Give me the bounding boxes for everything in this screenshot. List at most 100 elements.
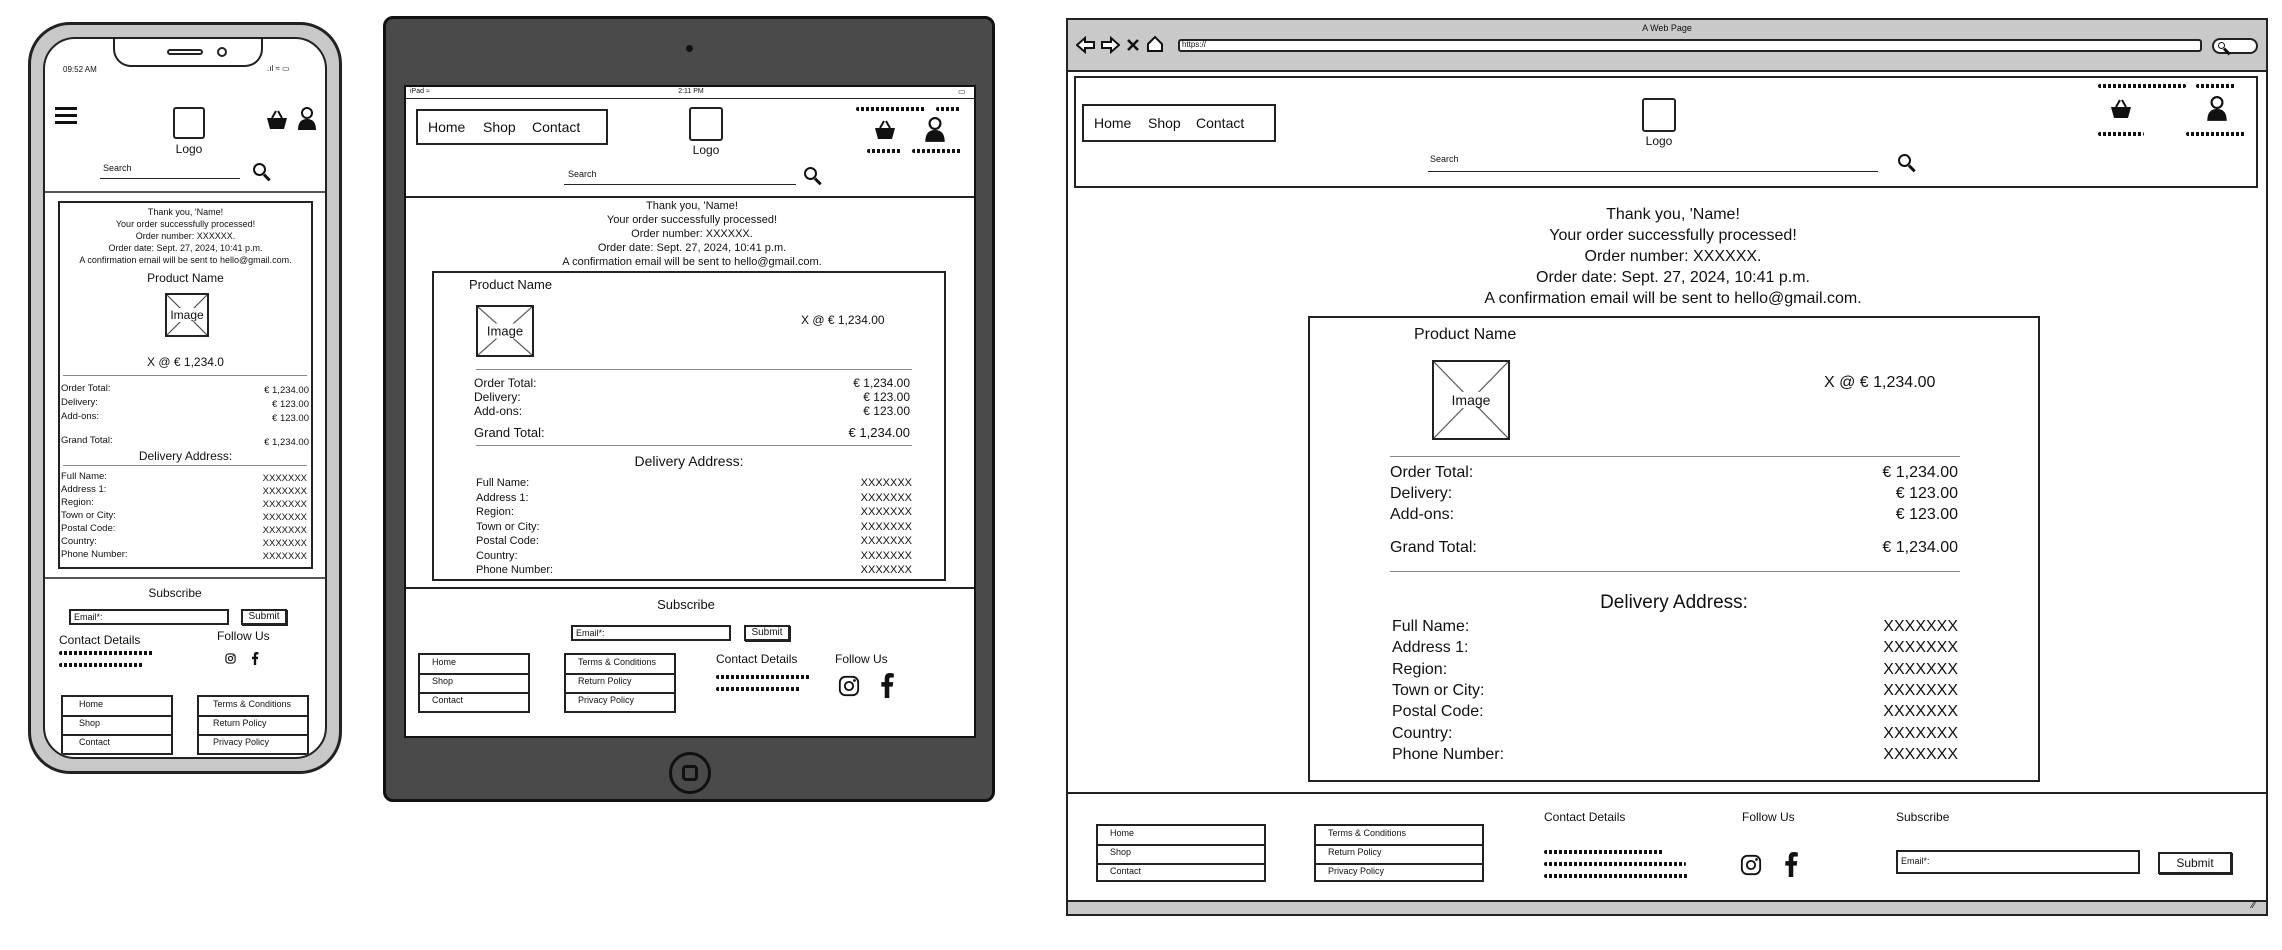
footer-link[interactable]: Home xyxy=(432,657,456,667)
subscribe-title: Subscribe xyxy=(148,586,202,600)
contact-details-title: Contact Details xyxy=(59,633,141,647)
address-value: XXXXXXX xyxy=(1883,660,1958,678)
address-label: Postal Code: xyxy=(61,523,116,534)
facebook-icon[interactable] xyxy=(1784,852,1798,877)
logo-image[interactable] xyxy=(689,107,723,141)
basket-icon[interactable] xyxy=(872,119,898,141)
account-text xyxy=(2098,84,2186,88)
footer-link[interactable]: Privacy Policy xyxy=(213,737,269,747)
resize-handle[interactable]: ⁄⁄ xyxy=(2252,900,2255,911)
footer-link[interactable]: Shop xyxy=(432,676,453,686)
back-icon[interactable] xyxy=(1076,36,1096,54)
footer-link[interactable]: Terms & Conditions xyxy=(1328,828,1406,838)
nav-contact[interactable]: Contact xyxy=(532,119,580,135)
address-bar[interactable] xyxy=(1178,39,2202,52)
order-total-label: Order Total: xyxy=(61,383,111,394)
home-icon[interactable] xyxy=(1146,35,1164,53)
forward-icon[interactable] xyxy=(1100,36,1120,54)
footer-link[interactable]: Contact xyxy=(1110,866,1141,876)
footer-link[interactable]: Shop xyxy=(1110,847,1131,857)
address-value: XXXXXXX xyxy=(1883,681,1958,699)
footer-link[interactable]: Privacy Policy xyxy=(578,695,634,705)
submit-button[interactable]: Submit xyxy=(2158,852,2232,874)
status-divider xyxy=(406,98,974,99)
search-icon[interactable] xyxy=(804,167,817,180)
email-field[interactable]: Email*: xyxy=(1896,850,2140,874)
footer-link-divider xyxy=(418,673,530,675)
instagram-icon[interactable] xyxy=(225,653,236,664)
address-value: XXXXXXX xyxy=(262,486,307,497)
delivery-value: € 123.00 xyxy=(1895,485,1958,502)
footer-link[interactable]: Return Policy xyxy=(1328,847,1382,857)
tablet-camera xyxy=(686,45,693,52)
footer-link[interactable]: Return Policy xyxy=(578,676,632,686)
confirm-processed: Your order successfully processed! xyxy=(115,219,256,229)
search-icon[interactable] xyxy=(1898,154,1911,167)
nav-home[interactable]: Home xyxy=(1094,115,1131,131)
nav-contact[interactable]: Contact xyxy=(1196,115,1244,131)
instagram-icon[interactable] xyxy=(1740,854,1762,876)
search-input[interactable]: Search xyxy=(1430,154,1459,164)
logo-image[interactable] xyxy=(1642,98,1676,132)
search-input[interactable]: Search xyxy=(103,163,132,173)
address-value: XXXXXXX xyxy=(262,525,307,536)
logo-image[interactable] xyxy=(173,107,205,139)
confirm-processed: Your order successfully processed! xyxy=(1549,227,1797,244)
footer-link[interactable]: Terms & Conditions xyxy=(213,699,291,709)
email-field[interactable]: Email*: xyxy=(69,609,229,625)
footer-link[interactable]: Home xyxy=(79,699,103,709)
basket-icon[interactable] xyxy=(265,109,289,131)
confirm-email-note: A confirmation email will be sent to hel… xyxy=(562,256,822,268)
footer-link-divider xyxy=(197,734,309,736)
footer-link[interactable]: Terms & Conditions xyxy=(578,657,656,667)
divider xyxy=(1390,571,1960,572)
account-text xyxy=(2196,84,2236,88)
search-icon[interactable] xyxy=(253,163,266,176)
instagram-icon[interactable] xyxy=(838,675,860,697)
nav-shop[interactable]: Shop xyxy=(1148,115,1181,131)
close-icon[interactable] xyxy=(1126,38,1140,52)
footer-link[interactable]: Home xyxy=(1110,828,1134,838)
user-icon[interactable] xyxy=(2206,96,2228,122)
address-label: Town or City: xyxy=(61,510,116,521)
footer-link[interactable]: Return Policy xyxy=(213,718,267,728)
nav-shop[interactable]: Shop xyxy=(483,119,516,135)
basket-icon[interactable] xyxy=(2108,98,2134,120)
footer-link[interactable]: Privacy Policy xyxy=(1328,866,1384,876)
footer-link-divider xyxy=(1314,844,1484,846)
order-total-value: € 1,234.00 xyxy=(1882,464,1958,481)
contact-text xyxy=(59,663,144,667)
address-label: Country: xyxy=(61,536,97,547)
tablet-home-button[interactable] xyxy=(669,752,711,794)
header-divider xyxy=(406,196,974,198)
footer-link[interactable]: Shop xyxy=(79,718,100,728)
user-icon[interactable] xyxy=(297,107,317,131)
confirm-email-note: A confirmation email will be sent to hel… xyxy=(79,255,292,265)
footer-link[interactable]: Contact xyxy=(79,737,110,747)
email-field[interactable]: Email*: xyxy=(571,625,731,641)
nav-home[interactable]: Home xyxy=(428,119,465,135)
product-name: Product Name xyxy=(147,271,224,285)
search-underline xyxy=(1428,171,1878,172)
confirm-order-date: Order date: Sept. 27, 2024, 10:41 p.m. xyxy=(1536,269,1810,286)
address-label: Country: xyxy=(476,549,518,562)
menu-icon[interactable] xyxy=(55,107,77,125)
addons-value: € 123.00 xyxy=(272,413,309,424)
browser-search-pill[interactable] xyxy=(2212,38,2258,54)
user-icon[interactable] xyxy=(924,117,946,143)
address-value: XXXXXXX xyxy=(1883,639,1958,657)
delivery-address-title: Delivery Address: xyxy=(634,453,744,469)
facebook-icon[interactable] xyxy=(880,673,894,698)
search-input[interactable]: Search xyxy=(568,169,597,179)
submit-button[interactable]: Submit xyxy=(241,609,287,625)
grand-total-label: Grand Total: xyxy=(474,425,545,440)
address-value: XXXXXXX xyxy=(1883,618,1958,635)
submit-button[interactable]: Submit xyxy=(744,625,790,641)
footer-link[interactable]: Contact xyxy=(432,695,463,705)
address-label: Country: xyxy=(1392,724,1453,742)
contact-text xyxy=(716,675,811,679)
follow-us-title: Follow Us xyxy=(835,652,888,666)
address-label: Phone Number: xyxy=(61,549,128,560)
facebook-icon[interactable] xyxy=(251,652,259,665)
basket-caption xyxy=(867,149,901,153)
